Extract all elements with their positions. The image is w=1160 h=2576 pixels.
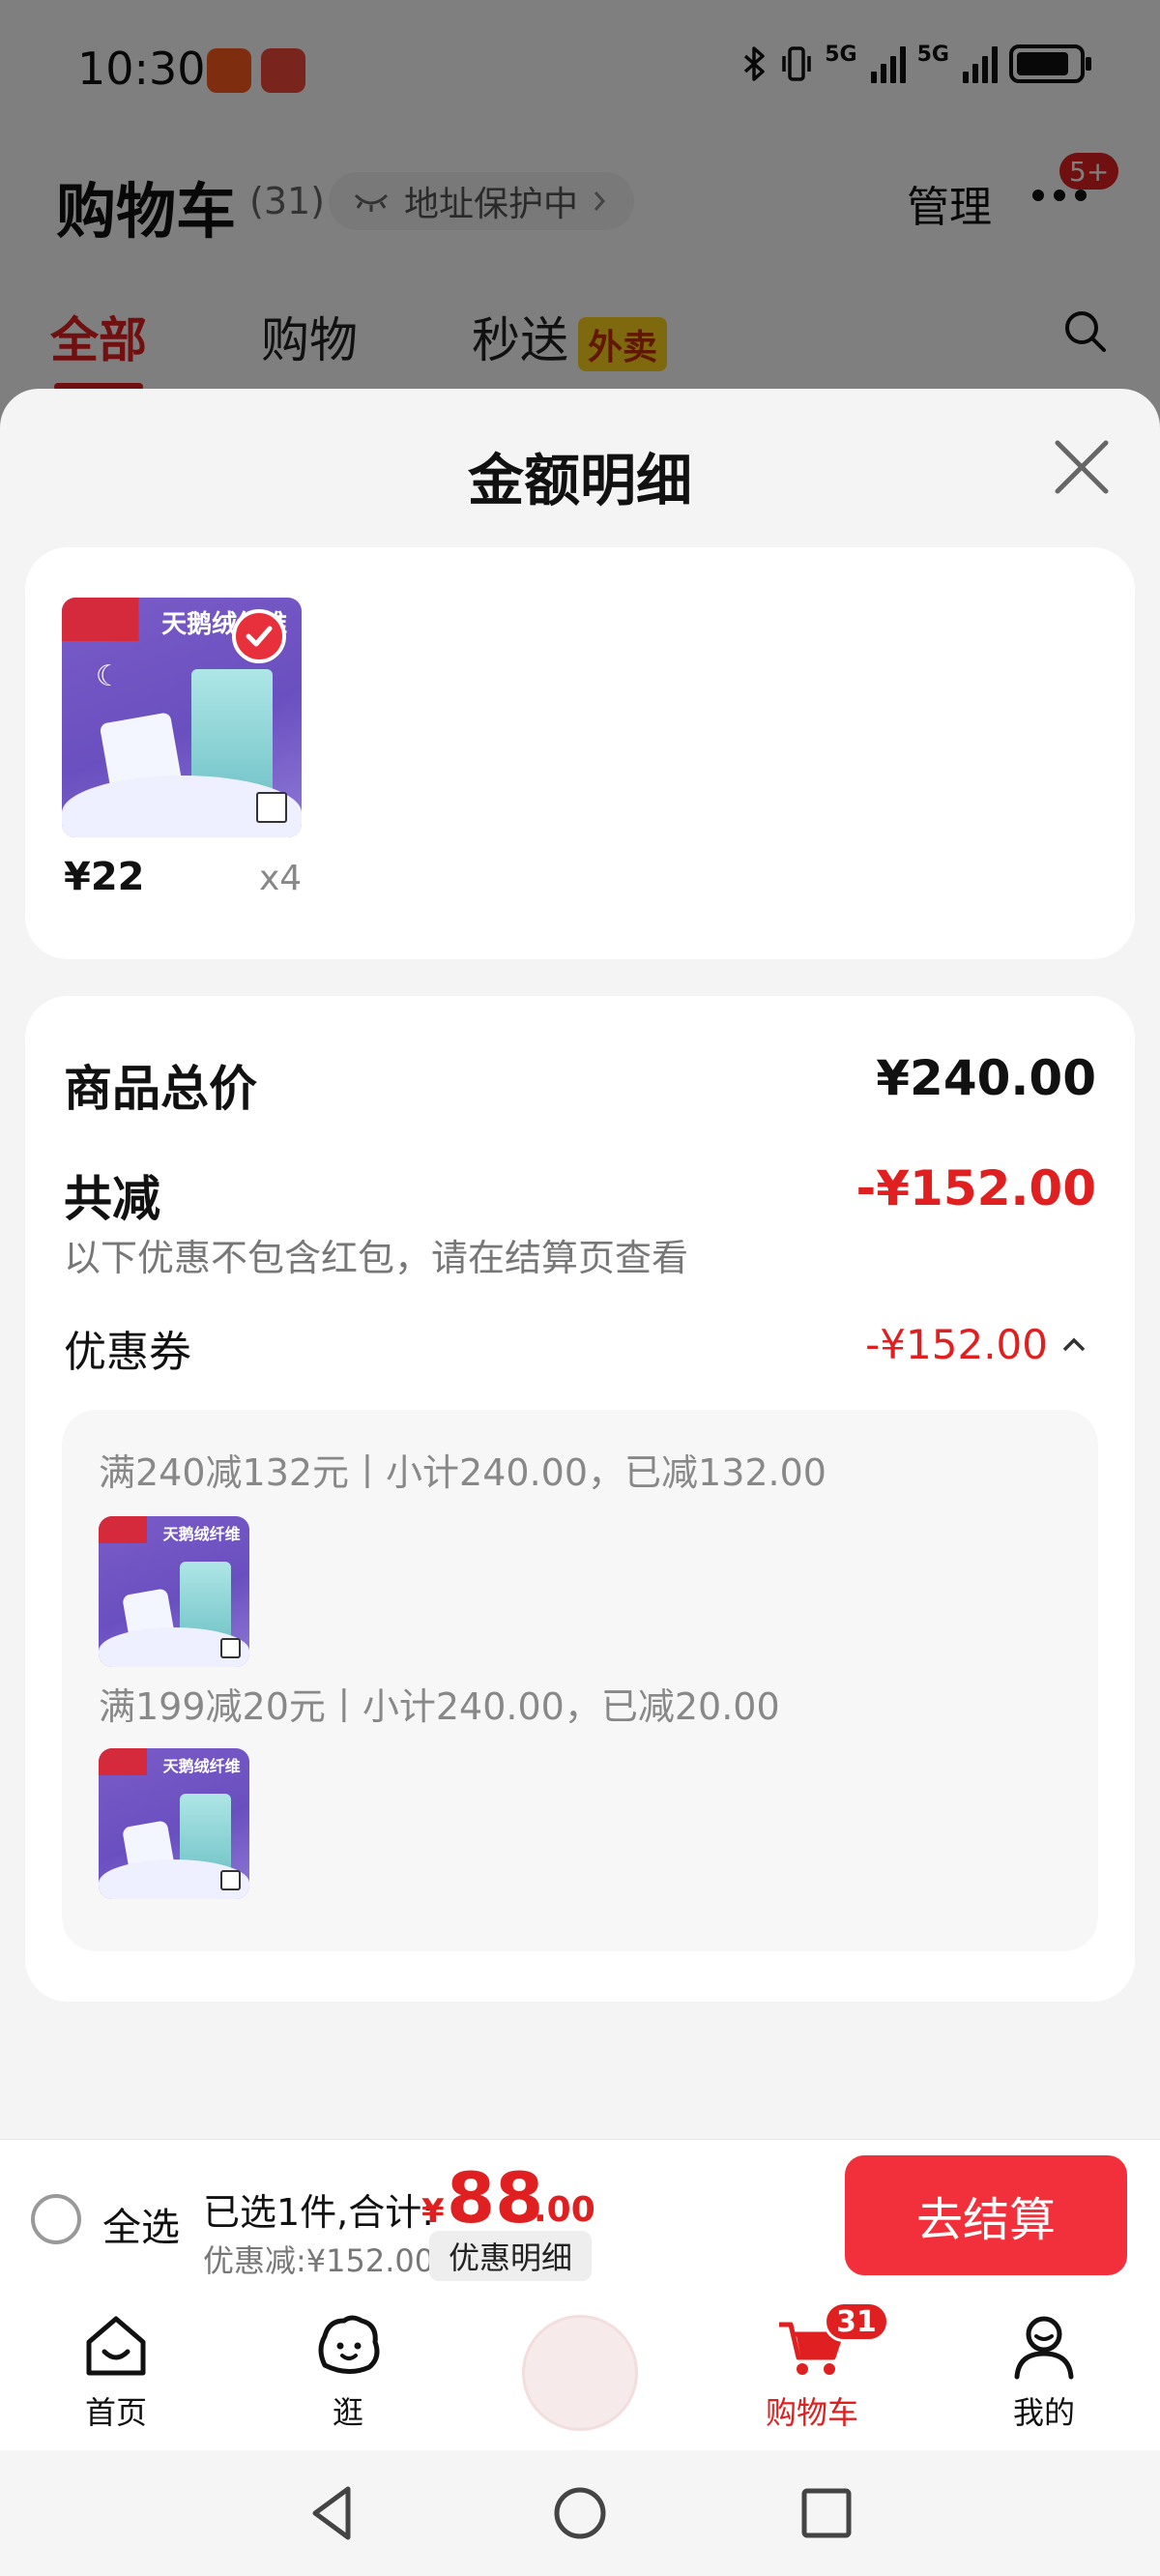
sheet-title: 金额明细 — [467, 448, 692, 513]
total-reduce-label: 共减 — [64, 1171, 160, 1227]
cart-page-background: 10:30 5G 5G 购物车 (31) 地址保护中 管理 5+ 全部 购物 秒… — [0, 0, 1160, 425]
system-nav-bar — [0, 2450, 1160, 2576]
tabbar-profile-label: 我的 — [1012, 2394, 1075, 2431]
signal-1-label: 5G — [825, 43, 857, 67]
coupon-line-2: 满199减20元丨小计240.00，已减20.00 — [99, 1685, 780, 1728]
home-nav-icon[interactable] — [546, 2479, 614, 2547]
total-price-value: ¥240.00 — [876, 1050, 1096, 1106]
bluetooth-icon — [744, 46, 765, 81]
moon-icon: ☾ — [95, 659, 122, 694]
reduce-note: 以下优惠不包含红包，请在结算页查看 — [64, 1237, 689, 1279]
status-indicators: 5G 5G — [740, 43, 1091, 83]
total-reduce-value: -¥152.00 — [856, 1160, 1097, 1216]
more-icon[interactable] — [1032, 190, 1087, 201]
battery-icon — [1009, 44, 1091, 83]
price-detail-card: 商品总价 ¥240.00 共减 -¥152.00 以下优惠不包含红包，请在结算页… — [25, 996, 1135, 2002]
tab-all-label: 全部 — [50, 312, 147, 368]
coupon-toggle[interactable]: -¥152.00 — [865, 1321, 1087, 1368]
tabbar-home[interactable]: 首页 — [39, 2307, 193, 2433]
coupon-1-thumbnail-text: 天鹅绒纤维 — [162, 1524, 241, 1543]
coupon-label: 优惠券 — [64, 1328, 191, 1377]
tabbar-home-label: 首页 — [84, 2394, 147, 2431]
discount-detail-button[interactable]: 优惠明细 — [429, 2231, 593, 2281]
tab-shopping[interactable]: 购物 — [261, 302, 358, 371]
status-time: 10:30 — [77, 43, 206, 95]
explore-icon — [318, 2315, 380, 2374]
coupon-line-1: 满240减132元丨小计240.00，已减132.00 — [99, 1451, 826, 1494]
tabbar-cart-label: 购物车 — [765, 2394, 858, 2431]
back-icon[interactable] — [300, 2479, 367, 2547]
signal-1-icon — [870, 44, 906, 83]
bottom-tab-bar: 首页 逛 购物车 31 我的 — [0, 2294, 1160, 2450]
tabbar-explore[interactable]: 逛 — [271, 2307, 425, 2433]
coupon-2-thumbnail-text: 天鹅绒纤维 — [162, 1756, 241, 1775]
recents-icon[interactable] — [793, 2479, 860, 2547]
tab-all[interactable]: 全部 — [50, 302, 147, 391]
kuaishou-app-icon — [207, 48, 251, 93]
chevron-right-icon — [594, 191, 606, 211]
address-protect-label: 地址保护中 — [404, 185, 579, 224]
coupon-value: -¥152.00 — [865, 1321, 1048, 1368]
discount-text: 优惠减:¥152.00 — [203, 2242, 435, 2279]
video-app-icon — [261, 48, 305, 93]
address-protect-pill[interactable]: 地址保护中 — [329, 172, 635, 230]
page-title: 购物车 — [56, 176, 237, 247]
item-quantity: x4 — [259, 859, 303, 898]
eye-closed-icon — [354, 193, 389, 212]
checkout-bar: 全选 已选1件,合计: ¥ 88 .00 优惠减:¥152.00 优惠明细 去结… — [0, 2139, 1160, 2294]
home-icon — [86, 2316, 146, 2376]
checkout-button[interactable]: 去结算 — [845, 2155, 1127, 2275]
notification-badge: 5+ — [1059, 153, 1119, 190]
selected-items-card: 天鹅绒纤维 ☾ ¥22 x4 — [25, 547, 1135, 959]
tab-shopping-label: 购物 — [261, 312, 358, 368]
close-icon[interactable] — [1050, 435, 1114, 499]
total-amount-integer: 88 — [447, 2157, 544, 2239]
center-promo-button[interactable] — [522, 2315, 638, 2431]
selected-check-icon — [232, 609, 286, 663]
item-price: ¥22 — [64, 855, 145, 899]
tab-instant-delivery-label: 秒送 — [472, 312, 568, 368]
total-amount-decimal: .00 — [534, 2190, 595, 2230]
total-price-label: 商品总价 — [64, 1061, 257, 1117]
signal-2-label: 5G — [916, 43, 949, 67]
cart-tabs: 全部 购物 秒送 外卖 — [50, 302, 781, 391]
select-all-label[interactable]: 全选 — [102, 2196, 180, 2252]
amount-detail-sheet: 金额明细 天鹅绒纤维 ☾ ¥22 x4 商品总价 ¥240.00 共减 -¥15… — [0, 389, 1160, 2139]
takeout-tag: 外卖 — [578, 316, 668, 371]
total-currency: ¥ — [421, 2192, 445, 2231]
vibrate-icon — [782, 46, 811, 81]
selected-count-text: 已选1件,合计: — [203, 2191, 435, 2234]
coupon-breakdown: 满240减132元丨小计240.00，已减132.00 天鹅绒纤维 满199减2… — [62, 1410, 1098, 1951]
chevron-up-icon — [1062, 1337, 1086, 1351]
status-bar: 10:30 5G 5G — [0, 0, 1160, 135]
cart-badge: 31 — [824, 2301, 889, 2342]
profile-icon — [1014, 2316, 1074, 2380]
cart-count: (31) — [249, 180, 326, 222]
tab-instant-delivery[interactable]: 秒送 外卖 — [472, 302, 668, 371]
tabbar-explore-label: 逛 — [332, 2394, 363, 2431]
tabbar-profile[interactable]: 我的 — [967, 2307, 1121, 2433]
manage-button[interactable]: 管理 — [907, 172, 992, 234]
coupon-1-product-thumbnail: 天鹅绒纤维 — [99, 1516, 249, 1667]
search-icon[interactable] — [1061, 307, 1110, 356]
signal-2-icon — [963, 44, 998, 83]
select-all-checkbox[interactable] — [31, 2194, 81, 2244]
coupon-2-product-thumbnail: 天鹅绒纤维 — [99, 1748, 249, 1899]
